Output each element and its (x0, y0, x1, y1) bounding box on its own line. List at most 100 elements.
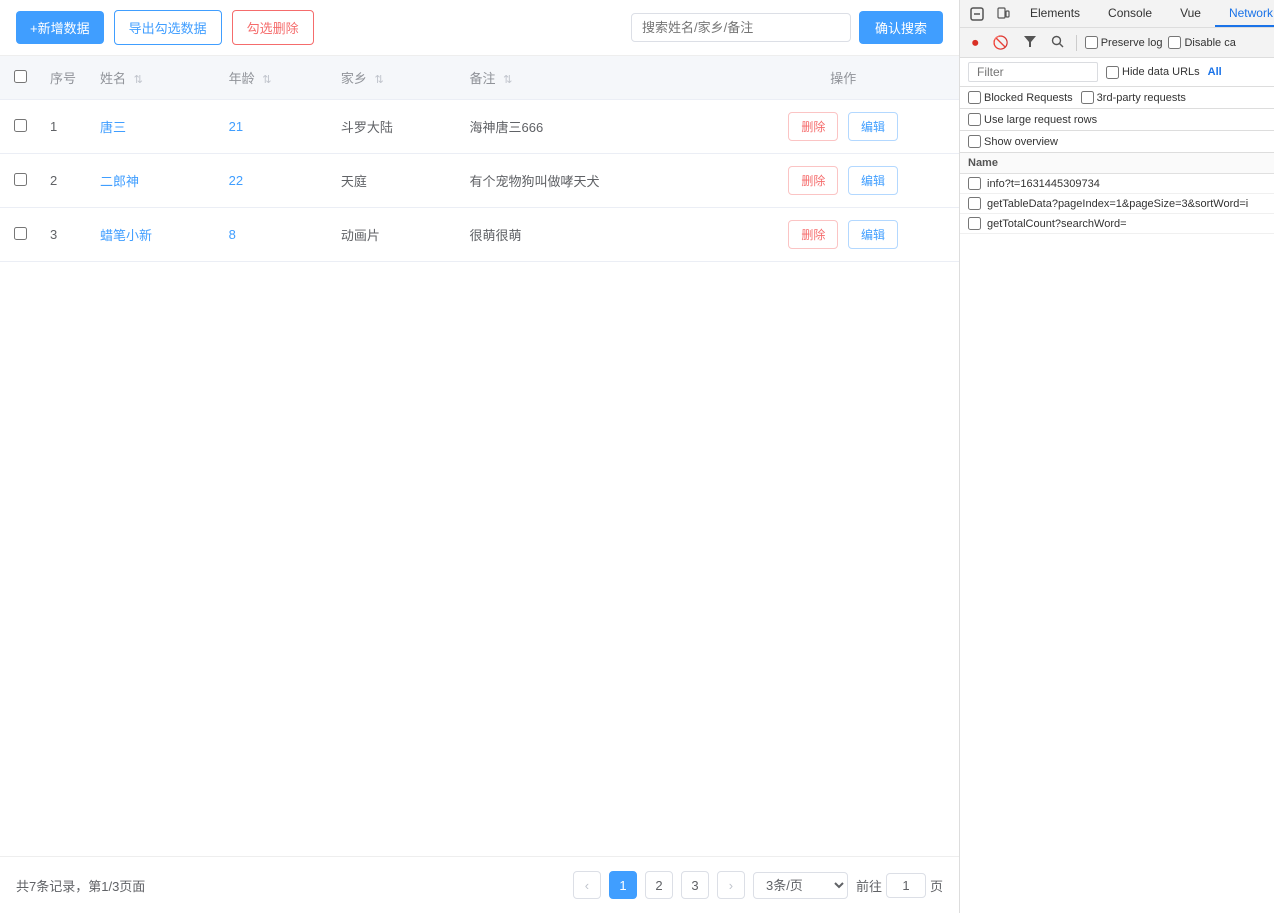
name-sort-icon[interactable]: ⇅ (134, 73, 143, 86)
row-checkbox[interactable] (14, 227, 27, 240)
network-item-checkbox[interactable] (968, 217, 981, 230)
network-item-name: getTableData?pageIndex=1&pageSize=3&sort… (987, 198, 1248, 210)
select-all-checkbox[interactable] (14, 70, 27, 83)
table-header-row: 序号 姓名 ⇅ 年龄 ⇅ 家乡 ⇅ 备注 (0, 56, 959, 100)
network-item-checkbox[interactable] (968, 197, 981, 210)
hometown-sort-icon[interactable]: ⇅ (375, 73, 384, 86)
edit-button[interactable]: 编辑 (848, 112, 898, 141)
header-action: 操作 (727, 56, 959, 100)
devtools-cursor-icon[interactable] (964, 3, 990, 25)
network-item[interactable]: getTotalCount?searchWord= (960, 214, 1274, 234)
goto-prefix: 前往 (856, 876, 882, 895)
page-3-button[interactable]: 3 (681, 871, 709, 899)
delete-button[interactable]: 删除 (788, 220, 838, 249)
row-index: 1 (40, 100, 90, 154)
network-item-name: getTotalCount?searchWord= (987, 218, 1127, 230)
row-checkbox-cell (0, 154, 40, 208)
next-page-button[interactable]: › (717, 871, 745, 899)
blocked-requests-label[interactable]: Blocked Requests (968, 91, 1073, 104)
prev-page-button[interactable]: ‹ (573, 871, 601, 899)
network-item[interactable]: info?t=1631445309734 (960, 174, 1274, 194)
tab-network[interactable]: Network (1215, 1, 1274, 27)
goto-input[interactable] (886, 873, 926, 898)
row-age: 22 (219, 154, 331, 208)
network-name-header: Name (960, 153, 1274, 174)
table-body: 1 唐三 21 斗罗大陆 海神唐三666 删除 编辑 2 二郎神 22 天庭 有… (0, 100, 959, 262)
tab-console[interactable]: Console (1094, 1, 1166, 27)
row-hometown: 斗罗大陆 (331, 100, 460, 154)
edit-button[interactable]: 编辑 (848, 220, 898, 249)
third-party-label[interactable]: 3rd-party requests (1081, 91, 1186, 104)
record-button[interactable]: ⏺ (968, 33, 983, 53)
row-remark: 有个宠物狗叫做哮天犬 (459, 154, 727, 208)
add-button[interactable]: +新增数据 (16, 11, 104, 44)
show-overview-checkbox[interactable] (968, 135, 981, 148)
third-party-checkbox[interactable] (1081, 91, 1094, 104)
page-1-button[interactable]: 1 (609, 871, 637, 899)
delete-button[interactable]: 删除 (788, 112, 838, 141)
search-icon-button[interactable] (1047, 33, 1068, 53)
blocked-requests-checkbox[interactable] (968, 91, 981, 104)
devtools-tabs-bar: Elements Console Vue Network (960, 0, 1274, 28)
use-large-rows-label[interactable]: Use large request rows (968, 113, 1097, 126)
tab-vue[interactable]: Vue (1166, 1, 1215, 27)
header-index: 序号 (40, 56, 90, 100)
row-actions: 删除 编辑 (727, 154, 959, 208)
row-checkbox-cell (0, 208, 40, 262)
age-sort-icon[interactable]: ⇅ (262, 73, 271, 86)
tab-elements[interactable]: Elements (1016, 1, 1094, 27)
row-hometown: 天庭 (331, 154, 460, 208)
table-row: 2 二郎神 22 天庭 有个宠物狗叫做哮天犬 删除 编辑 (0, 154, 959, 208)
hide-data-urls-checkbox[interactable] (1106, 66, 1119, 79)
filter-icon-button[interactable] (1019, 32, 1041, 53)
network-item[interactable]: getTableData?pageIndex=1&pageSize=3&sort… (960, 194, 1274, 214)
header-age: 年龄 ⇅ (219, 56, 331, 100)
devtools-filter-row2: Blocked Requests 3rd-party requests (960, 87, 1274, 109)
toolbar: +新增数据 导出勾选数据 勾选删除 确认搜索 (0, 0, 959, 56)
edit-button[interactable]: 编辑 (848, 166, 898, 195)
delete-selected-button[interactable]: 勾选删除 (232, 10, 314, 45)
disable-cache-checkbox[interactable] (1168, 36, 1181, 49)
all-filter-label[interactable]: All (1208, 66, 1222, 78)
export-button[interactable]: 导出勾选数据 (114, 10, 222, 45)
page-size-select[interactable]: 3条/页 5条/页 10条/页 (753, 872, 848, 899)
preserve-log-label[interactable]: Preserve log (1085, 36, 1163, 49)
delete-button[interactable]: 删除 (788, 166, 838, 195)
devtools-device-icon[interactable] (990, 3, 1016, 25)
row-index: 2 (40, 154, 90, 208)
network-item-name: info?t=1631445309734 (987, 178, 1100, 190)
search-button[interactable]: 确认搜索 (859, 11, 943, 44)
header-remark: 备注 ⇅ (459, 56, 727, 100)
hide-data-urls-label[interactable]: Hide data URLs (1106, 66, 1200, 79)
show-overview-label[interactable]: Show overview (968, 135, 1058, 148)
toolbar-divider (1076, 35, 1077, 51)
row-actions: 删除 编辑 (727, 100, 959, 154)
search-input[interactable] (631, 13, 851, 42)
row-age: 8 (219, 208, 331, 262)
preserve-log-checkbox[interactable] (1085, 36, 1098, 49)
row-age: 21 (219, 100, 331, 154)
remark-sort-icon[interactable]: ⇅ (503, 73, 512, 86)
network-items-list: info?t=1631445309734 getTableData?pageIn… (960, 174, 1274, 913)
devtools-filter-row3: Use large request rows (960, 109, 1274, 131)
table-row: 3 蜡笔小新 8 动画片 很萌很萌 删除 编辑 (0, 208, 959, 262)
header-name: 姓名 ⇅ (90, 56, 219, 100)
row-name: 二郎神 (90, 154, 219, 208)
clear-button[interactable]: 🚫 (989, 33, 1013, 53)
goto-area: 前往 页 (856, 873, 943, 898)
row-remark: 海神唐三666 (459, 100, 727, 154)
devtools-filter-row4: Show overview (960, 131, 1274, 153)
network-item-checkbox[interactable] (968, 177, 981, 190)
disable-cache-label[interactable]: Disable ca (1168, 36, 1235, 49)
page-2-button[interactable]: 2 (645, 871, 673, 899)
search-area: 确认搜索 (631, 11, 943, 44)
row-checkbox[interactable] (14, 119, 27, 132)
devtools-filter-row: Hide data URLs All (960, 58, 1274, 87)
header-hometown: 家乡 ⇅ (331, 56, 460, 100)
row-checkbox-cell (0, 100, 40, 154)
use-large-rows-checkbox[interactable] (968, 113, 981, 126)
devtools-panel: Elements Console Vue Network ⏺ 🚫 Preserv… (960, 0, 1274, 913)
row-checkbox[interactable] (14, 173, 27, 186)
filter-input[interactable] (968, 62, 1098, 82)
row-name: 唐三 (90, 100, 219, 154)
